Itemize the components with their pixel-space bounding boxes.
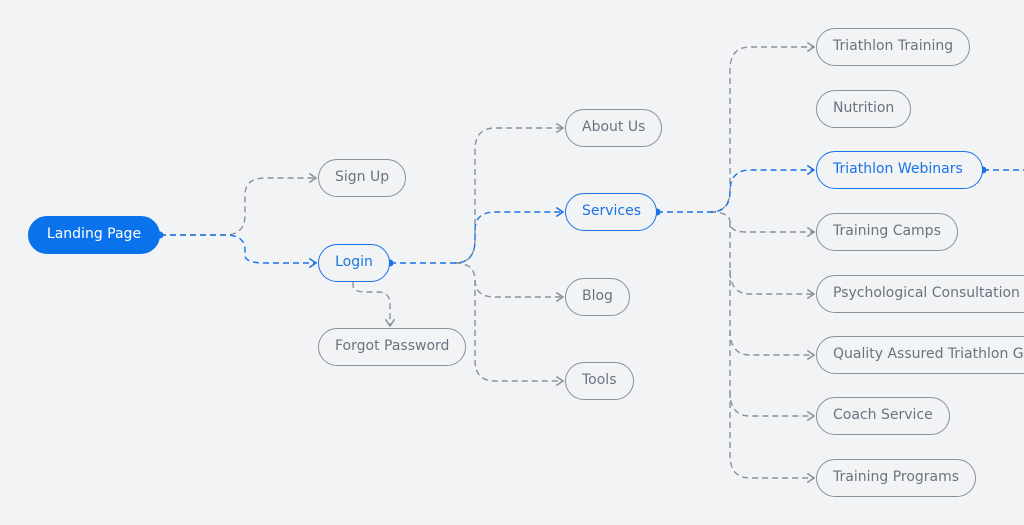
node-services[interactable]: Services <box>565 193 657 231</box>
node-nutrition[interactable]: Nutrition <box>816 90 912 128</box>
link-login-services <box>390 206 565 264</box>
link-services-webinars <box>657 164 816 213</box>
link-login-tools <box>474 280 565 387</box>
node-sign-up[interactable]: Sign Up <box>318 159 407 197</box>
link-login-forgot <box>352 282 396 328</box>
node-forgot-password[interactable]: Forgot Password <box>318 328 467 366</box>
link-services-training <box>709 41 816 213</box>
node-about-us[interactable]: About Us <box>565 109 663 147</box>
link-services-coach <box>729 330 816 422</box>
node-landing-page[interactable]: Landing Page <box>28 216 160 254</box>
link-landing-signup <box>160 172 318 236</box>
node-triathlon-training[interactable]: Triathlon Training <box>816 28 971 66</box>
link-landing-login <box>160 234 318 269</box>
node-training-camps[interactable]: Training Camps <box>816 213 958 251</box>
node-training-programs[interactable]: Training Programs <box>816 459 977 497</box>
link-services-psych <box>729 222 816 300</box>
node-psychological-consultation[interactable]: Psychological Consultation <box>816 275 1024 313</box>
node-blog[interactable]: Blog <box>565 278 630 316</box>
node-triathlon-webinars[interactable]: Triathlon Webinars <box>816 151 983 189</box>
link-services-quality <box>729 270 816 361</box>
node-quality-assured[interactable]: Quality Assured Triathlon G <box>816 336 1024 374</box>
connectors <box>156 41 1024 484</box>
link-services-camps <box>709 211 816 238</box>
node-login[interactable]: Login <box>318 244 390 282</box>
link-login-blog <box>454 262 565 303</box>
link-login-about <box>454 122 565 264</box>
link-services-programs <box>729 392 816 484</box>
node-coach-service[interactable]: Coach Service <box>816 397 950 435</box>
node-tools[interactable]: Tools <box>565 362 634 400</box>
